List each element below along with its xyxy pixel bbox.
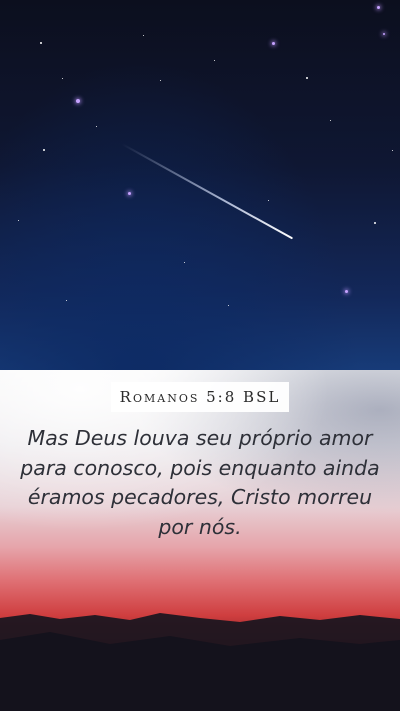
night-sky-photo bbox=[0, 0, 400, 370]
star bbox=[96, 126, 97, 127]
star bbox=[128, 192, 131, 195]
star bbox=[272, 42, 275, 45]
verse-text: Mas Deus louva seu próprio amor para con… bbox=[20, 426, 380, 539]
reference-badge: Romanos 5:8 BSL bbox=[111, 382, 289, 412]
star bbox=[62, 78, 63, 79]
mountain-silhouette bbox=[0, 613, 400, 711]
verse-wallpaper: Romanos 5:8 BSL Mas Deus louva seu própr… bbox=[0, 0, 400, 711]
star bbox=[345, 290, 348, 293]
star bbox=[268, 200, 269, 201]
star bbox=[66, 300, 67, 301]
star bbox=[214, 60, 215, 61]
star bbox=[374, 222, 376, 224]
star bbox=[18, 220, 19, 221]
star bbox=[160, 80, 161, 81]
star bbox=[392, 150, 393, 151]
shooting-star bbox=[121, 143, 294, 240]
star bbox=[306, 77, 308, 79]
star bbox=[383, 33, 385, 35]
star bbox=[76, 99, 80, 103]
star bbox=[143, 35, 144, 36]
star bbox=[377, 6, 380, 9]
star bbox=[184, 262, 185, 263]
star bbox=[43, 149, 45, 151]
star bbox=[330, 120, 331, 121]
star bbox=[40, 42, 42, 44]
star bbox=[228, 305, 229, 306]
verse-reference: Romanos 5:8 BSL bbox=[119, 388, 281, 406]
